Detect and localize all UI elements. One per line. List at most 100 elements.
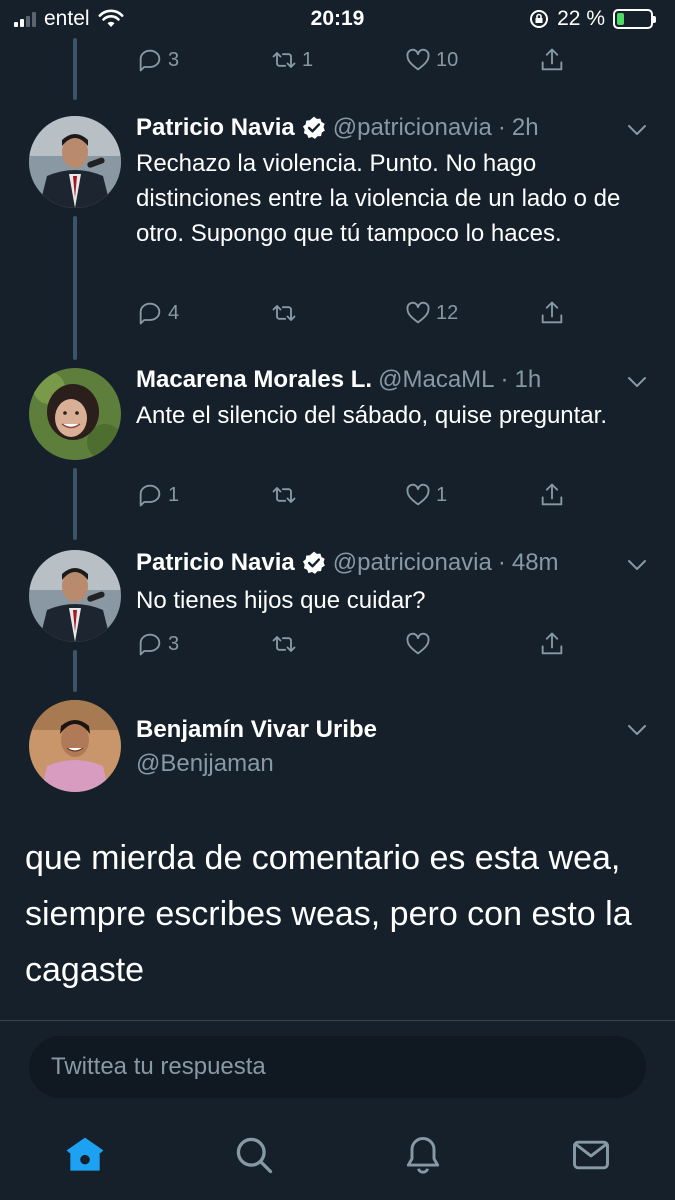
separator-dot: · (497, 549, 506, 576)
share-button[interactable] (538, 46, 566, 74)
tweet-time: 48m (511, 549, 559, 576)
like-count: 1 (436, 483, 448, 506)
share-icon (541, 301, 563, 324)
thread-line (73, 650, 77, 692)
tab-bar (0, 1125, 675, 1185)
avatar[interactable] (29, 368, 121, 460)
reply-button[interactable]: 3 (136, 630, 179, 658)
tweet-actions: 3 (136, 626, 576, 662)
clock: 20:19 (310, 7, 365, 30)
status-bar: entel 20:19 22 % (0, 0, 675, 38)
verified-badge-icon (302, 551, 325, 574)
tweet-text: Ante el silencio del sábado, quise pregu… (136, 402, 607, 429)
battery-charging-icon (613, 9, 656, 29)
author-name[interactable]: Benjamín Vivar Uribe (136, 716, 377, 744)
reply-icon (139, 484, 161, 507)
avatar-photo (29, 116, 121, 208)
retweet-count: 1 (302, 48, 314, 71)
signal-icon (14, 11, 36, 27)
reply-count: 1 (168, 483, 180, 506)
retweet-icon (272, 487, 296, 503)
retweet-icon (272, 636, 296, 652)
retweet-button[interactable] (270, 481, 302, 509)
share-button[interactable] (538, 299, 566, 327)
wifi-icon (98, 9, 124, 27)
chevron-down-icon[interactable] (625, 553, 649, 577)
reply-button[interactable]: 3 (136, 46, 179, 74)
reply-placeholder: Twittea tu respuesta (51, 1053, 266, 1080)
rotation-lock-icon (530, 10, 549, 28)
notifications-icon (406, 1137, 440, 1174)
thread-line (73, 468, 77, 540)
author-handle[interactable]: @Benjjaman (136, 750, 274, 778)
avatar[interactable] (29, 700, 121, 792)
reply-count: 3 (168, 48, 180, 71)
like-button[interactable]: 12 (404, 299, 458, 327)
share-icon (541, 48, 563, 71)
tweet-text: Rechazo la violencia. Punto. No hago dis… (136, 150, 621, 247)
share-icon (541, 483, 563, 506)
like-count: 10 (436, 48, 459, 71)
tweet-actions: 3 1 10 (136, 42, 576, 78)
chevron-down-icon[interactable] (625, 370, 649, 394)
chevron-down-icon[interactable] (625, 718, 649, 742)
heart-icon (406, 632, 430, 655)
main-tweet-text: que mierda de comentario es esta wea, si… (25, 839, 632, 989)
avatar-photo (29, 700, 121, 792)
verified-badge-icon (302, 116, 325, 139)
carrier-label: entel (44, 7, 90, 30)
like-button[interactable]: 10 (404, 46, 458, 74)
avatar[interactable] (29, 550, 121, 642)
thread-line (73, 38, 77, 100)
tweet-time: 1h (514, 366, 542, 393)
retweet-button[interactable] (270, 630, 302, 658)
author-handle[interactable]: @MacaML (378, 366, 494, 394)
tweet-time: 2h (511, 114, 539, 141)
reply-count: 4 (168, 301, 180, 324)
search-icon (236, 1137, 273, 1174)
retweet-button[interactable] (270, 299, 302, 327)
heart-icon (406, 301, 430, 324)
retweet-button[interactable]: 1 (270, 46, 313, 74)
separator-dot: · (497, 114, 506, 141)
like-count: 12 (436, 301, 459, 324)
reply-icon (139, 633, 161, 656)
reply-input[interactable]: Twittea tu respuesta (29, 1036, 646, 1098)
tweet-actions: 4 12 (136, 295, 576, 331)
tab-search[interactable] (232, 1133, 276, 1177)
tweet-text: No tienes hijos que cuidar? (136, 587, 426, 614)
reply-button[interactable]: 4 (136, 299, 179, 327)
heart-icon (406, 483, 430, 506)
tab-home[interactable] (63, 1133, 107, 1177)
chevron-down-icon[interactable] (625, 118, 649, 142)
like-button[interactable]: 1 (404, 481, 447, 509)
avatar-photo (29, 368, 121, 460)
divider (0, 1020, 675, 1021)
share-button[interactable] (538, 630, 566, 658)
reply-count: 3 (168, 632, 180, 655)
heart-icon (406, 48, 430, 71)
reply-icon (139, 49, 161, 72)
battery-percent: 22 % (557, 7, 605, 30)
avatar-photo (29, 550, 121, 642)
like-button[interactable] (404, 630, 436, 658)
author-handle[interactable]: @patricionavia (333, 549, 492, 577)
thread-line (73, 216, 77, 360)
reply-button[interactable]: 1 (136, 481, 179, 509)
separator-dot: · (500, 366, 509, 393)
avatar[interactable] (29, 116, 121, 208)
messages-icon (573, 1140, 609, 1170)
share-button[interactable] (538, 481, 566, 509)
tab-messages[interactable] (569, 1133, 613, 1177)
author-name[interactable]: Patricio Navia (136, 549, 295, 577)
share-icon (541, 632, 563, 655)
author-handle[interactable]: @patricionavia (333, 114, 492, 142)
author-name[interactable]: Patricio Navia (136, 114, 295, 142)
home-icon (66, 1137, 104, 1171)
retweet-icon (272, 305, 296, 321)
reply-icon (139, 302, 161, 325)
author-name[interactable]: Macarena Morales L. (136, 366, 372, 394)
tab-notifications[interactable] (401, 1133, 445, 1177)
retweet-icon (272, 52, 296, 68)
tweet-actions: 1 1 (136, 477, 576, 513)
